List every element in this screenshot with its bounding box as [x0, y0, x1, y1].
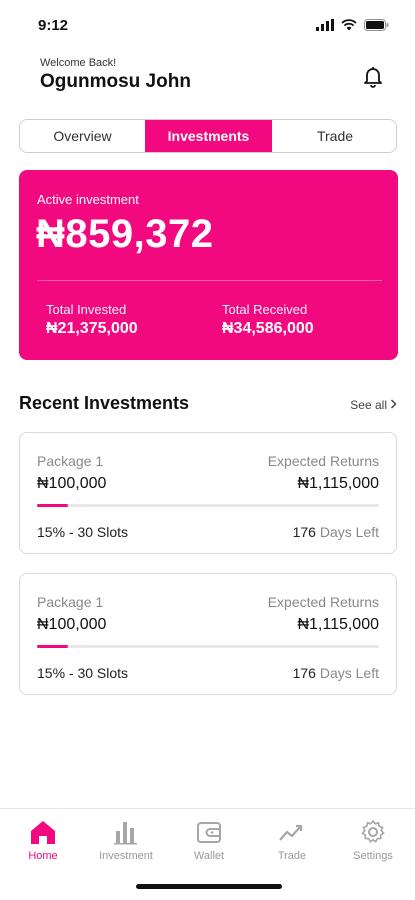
- progress-track: [37, 504, 379, 507]
- total-invested-label: Total Invested: [46, 302, 127, 317]
- status-time: 9:12: [38, 17, 69, 34]
- see-all-link[interactable]: See all: [350, 398, 397, 412]
- tab-overview[interactable]: Overview: [20, 120, 145, 152]
- expected-returns-label: Expected Returns: [267, 453, 379, 469]
- days-left-suffix: Days Left: [319, 524, 379, 540]
- signal-icon: [316, 18, 334, 36]
- days-left: 176 Days Left: [293, 665, 379, 681]
- trend-icon: [252, 819, 332, 845]
- package-amount: ₦100,000: [37, 616, 107, 633]
- segmented-tabs: Overview Investments Trade: [19, 119, 397, 153]
- package-rate: 15% - 30 Slots: [37, 665, 129, 681]
- nav-home[interactable]: Home: [3, 819, 83, 862]
- status-bar: 9:12: [0, 0, 415, 52]
- header: Welcome Back! Ogunmosu John: [0, 52, 415, 112]
- username: Ogunmosu John: [40, 71, 191, 92]
- total-received: Total Received ₦34,586,000: [222, 302, 314, 338]
- days-left-suffix: Days Left: [319, 665, 379, 681]
- active-investment-amount: ₦859,372: [36, 212, 214, 256]
- days-left: 176 Days Left: [293, 524, 379, 540]
- progress-fill: [37, 645, 68, 648]
- nav-investment-label: Investment: [99, 850, 153, 862]
- progress-fill: [37, 504, 68, 507]
- tab-investments[interactable]: Investments: [145, 120, 272, 152]
- progress-track: [37, 645, 379, 648]
- total-received-value: ₦34,586,000: [222, 320, 314, 337]
- package-name: Package 1: [37, 453, 104, 469]
- package-name: Package 1: [37, 594, 104, 610]
- active-investment-label: Active investment: [37, 192, 139, 207]
- recent-investments-title: Recent Investments: [19, 393, 190, 413]
- nav-wallet[interactable]: Wallet: [169, 819, 249, 862]
- welcome-text: Welcome Back!: [40, 57, 117, 69]
- total-received-label: Total Received: [222, 302, 308, 317]
- package-rate: 15% - 30 Slots: [37, 524, 129, 540]
- package-card[interactable]: Package 1 ₦100,000 Expected Returns ₦1,1…: [19, 432, 397, 554]
- home-indicator: [136, 884, 282, 889]
- nav-investment[interactable]: Investment: [86, 819, 166, 862]
- wifi-icon: [341, 18, 357, 36]
- nav-trade[interactable]: Trade: [252, 819, 332, 862]
- days-left-count: 176: [292, 665, 316, 681]
- wallet-icon: [169, 819, 249, 845]
- package-amount: ₦100,000: [37, 475, 107, 492]
- battery-icon: [364, 18, 389, 36]
- bell-icon[interactable]: [361, 64, 385, 88]
- see-all-label: See all: [350, 398, 387, 412]
- total-invested: Total Invested ₦21,375,000: [46, 302, 138, 338]
- expected-returns-label: Expected Returns: [267, 594, 379, 610]
- nav-trade-label: Trade: [277, 850, 307, 862]
- nav-settings-label: Settings: [353, 850, 393, 862]
- expected-returns-value: ₦1,115,000: [297, 616, 379, 633]
- bar-chart-icon: [86, 819, 166, 845]
- tab-trade[interactable]: Trade: [272, 120, 396, 152]
- chevron-right-icon: [390, 398, 397, 412]
- active-investment-card: Active investment ₦859,372 Total Investe…: [19, 170, 398, 360]
- expected-returns-value: ₦1,115,000: [297, 475, 379, 492]
- total-invested-value: ₦21,375,000: [46, 320, 138, 337]
- card-divider: [37, 280, 382, 281]
- nav-home-label: Home: [28, 850, 58, 862]
- home-icon: [3, 819, 83, 845]
- gear-icon: [333, 819, 413, 845]
- status-icons: [316, 18, 389, 36]
- nav-settings[interactable]: Settings: [333, 819, 413, 862]
- package-card[interactable]: Package 1 ₦100,000 Expected Returns ₦1,1…: [19, 573, 397, 695]
- nav-wallet-label: Wallet: [193, 850, 225, 862]
- days-left-count: 176: [292, 524, 316, 540]
